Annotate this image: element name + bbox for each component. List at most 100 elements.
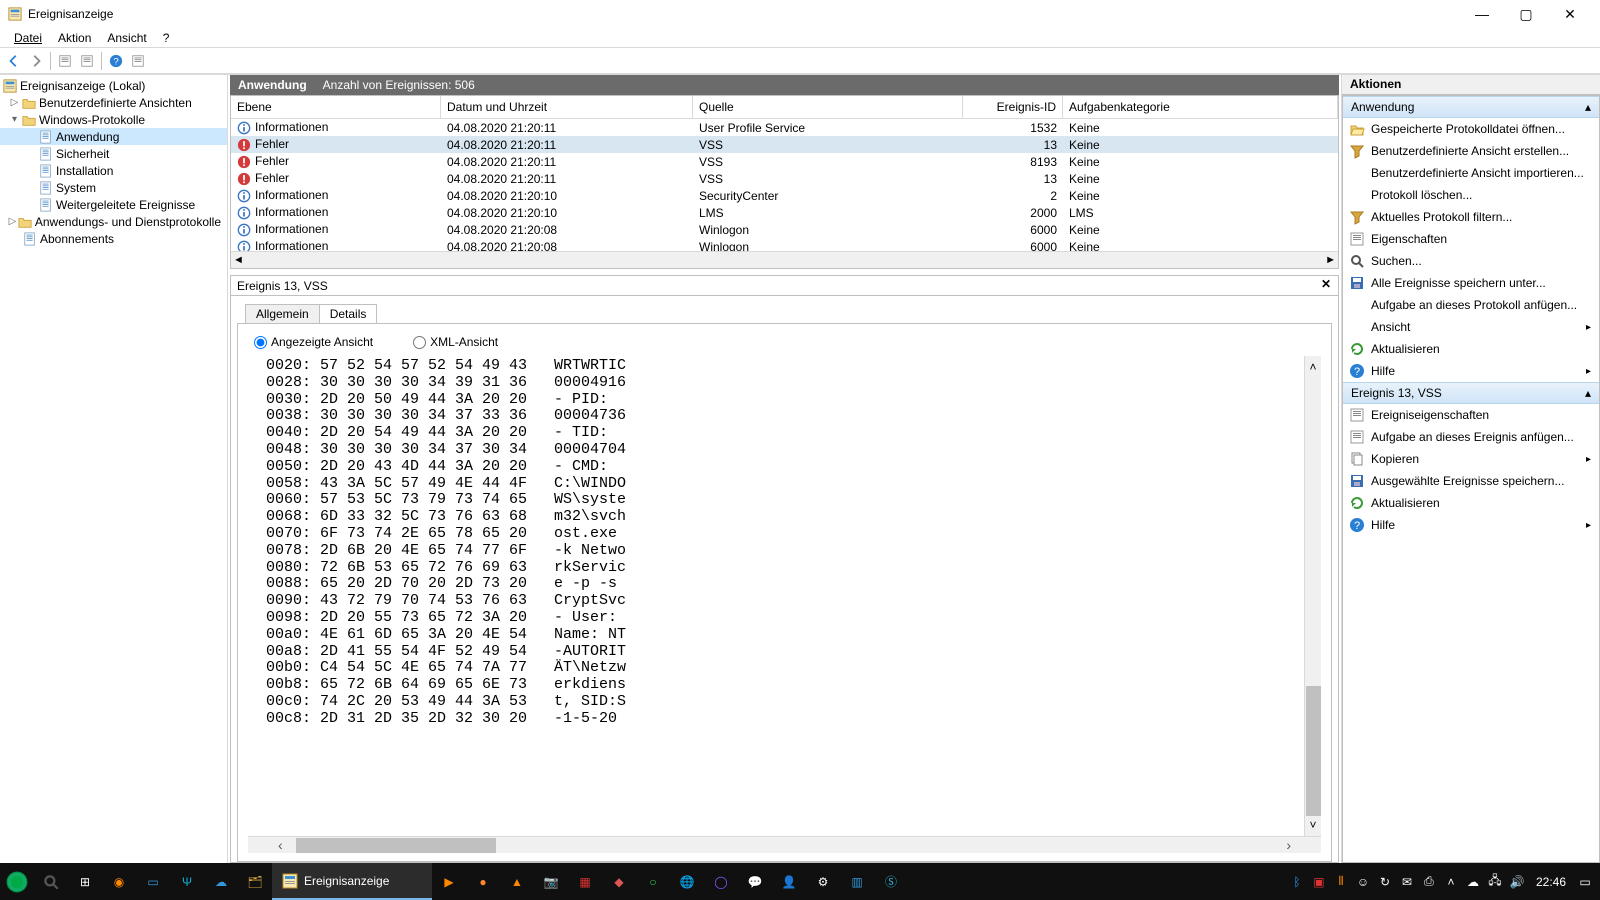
actions-section-event[interactable]: Ereignis 13, VSS▴ <box>1343 382 1599 404</box>
grid-row[interactable]: Fehler04.08.2020 21:20:11VSS13Keine <box>231 136 1338 153</box>
pinned-app[interactable]: 🌐 <box>670 863 704 900</box>
task-view-button[interactable]: ⊞ <box>68 863 102 900</box>
pinned-app[interactable]: 👤 <box>772 863 806 900</box>
detail-close-button[interactable]: ✕ <box>1318 277 1334 293</box>
action-item[interactable]: Ausgewählte Ereignisse speichern... <box>1343 470 1599 492</box>
tree-root[interactable]: Ereignisanzeige (Lokal) <box>0 77 227 94</box>
menu-file[interactable]: Datei <box>6 29 50 47</box>
taskbar-clock[interactable]: 22:46 <box>1528 875 1574 889</box>
tree-system[interactable]: System <box>0 179 227 196</box>
tree-custom-views[interactable]: ▷ Benutzerdefinierte Ansichten <box>0 94 227 111</box>
minimize-button[interactable]: — <box>1460 0 1504 28</box>
pinned-app[interactable]: ⚙ <box>806 863 840 900</box>
grid-row[interactable]: Informationen04.08.2020 21:20:11User Pro… <box>231 119 1338 136</box>
action-item[interactable]: Protokoll löschen... <box>1343 184 1599 206</box>
menu-help[interactable]: ? <box>155 29 178 47</box>
col-category[interactable]: Aufgabenkategorie <box>1063 96 1338 118</box>
action-item[interactable]: Aktualisieren <box>1343 338 1599 360</box>
tray-notifications-icon[interactable]: ▭ <box>1574 863 1596 900</box>
expand-icon[interactable]: ▷ <box>8 96 21 109</box>
toolbar-props[interactable] <box>77 51 97 71</box>
pinned-app[interactable]: 💬 <box>738 863 772 900</box>
pinned-app[interactable]: ◯ <box>704 863 738 900</box>
menu-action[interactable]: Aktion <box>50 29 99 47</box>
tree-application[interactable]: Anwendung <box>0 128 227 145</box>
tray-icon[interactable]: ☺ <box>1352 863 1374 900</box>
grid-row[interactable]: Fehler04.08.2020 21:20:11VSS8193Keine <box>231 153 1338 170</box>
col-date[interactable]: Datum und Uhrzeit <box>441 96 693 118</box>
col-level[interactable]: Ebene <box>231 96 441 118</box>
toolbar-back[interactable] <box>4 51 24 71</box>
tree-windows-logs[interactable]: ▾ Windows-Protokolle <box>0 111 227 128</box>
tree-subscriptions[interactable]: Abonnements <box>0 230 227 247</box>
tree-forwarded[interactable]: Weitergeleitete Ereignisse <box>0 196 227 213</box>
toolbar-show-hide-tree[interactable] <box>55 51 75 71</box>
toolbar-extra[interactable] <box>128 51 148 71</box>
tray-icon[interactable]: ✉ <box>1396 863 1418 900</box>
tab-general[interactable]: Allgemein <box>245 304 320 323</box>
maximize-button[interactable]: ▢ <box>1504 0 1548 28</box>
toolbar-help[interactable] <box>106 51 126 71</box>
action-item[interactable]: Hilfe▸ <box>1343 360 1599 382</box>
action-item[interactable]: Aufgabe an dieses Protokoll anfügen... <box>1343 294 1599 316</box>
tree-setup[interactable]: Installation <box>0 162 227 179</box>
pinned-app[interactable]: Ⓢ <box>874 863 908 900</box>
tree-app-services[interactable]: ▷ Anwendungs- und Dienstprotokolle <box>0 213 227 230</box>
start-button[interactable] <box>0 863 34 900</box>
pinned-app[interactable]: 📷 <box>534 863 568 900</box>
actions-section-app[interactable]: Anwendung▴ <box>1343 96 1599 118</box>
tree-security[interactable]: Sicherheit <box>0 145 227 162</box>
menu-view[interactable]: Ansicht <box>99 29 154 47</box>
tray-icon[interactable]: ᛒ <box>1286 863 1308 900</box>
tray-chevron-up-icon[interactable]: ˄ <box>1440 863 1462 900</box>
grid-body[interactable]: Informationen04.08.2020 21:20:11User Pro… <box>231 119 1338 251</box>
grid-row[interactable]: Informationen04.08.2020 21:20:08Winlogon… <box>231 238 1338 251</box>
pinned-app[interactable]: ● <box>466 863 500 900</box>
collapse-icon[interactable]: ▾ <box>8 113 21 126</box>
expand-icon[interactable]: ▷ <box>8 215 17 228</box>
pinned-app[interactable]: ◆ <box>602 863 636 900</box>
pinned-app[interactable]: ▲ <box>500 863 534 900</box>
col-source[interactable]: Quelle <box>693 96 963 118</box>
radio-friendly[interactable]: Angezeigte Ansicht <box>254 335 373 349</box>
action-item[interactable]: Suchen... <box>1343 250 1599 272</box>
tray-volume-icon[interactable]: 🔊 <box>1506 863 1528 900</box>
pinned-app[interactable]: ▦ <box>568 863 602 900</box>
pinned-app[interactable]: ☁ <box>204 863 238 900</box>
col-eventid[interactable]: Ereignis-ID <box>963 96 1063 118</box>
action-item[interactable]: Ansicht▸ <box>1343 316 1599 338</box>
action-item[interactable]: Gespeicherte Protokolldatei öffnen... <box>1343 118 1599 140</box>
grid-row[interactable]: Informationen04.08.2020 21:20:10LMS2000L… <box>231 204 1338 221</box>
action-item[interactable]: Aktualisieren <box>1343 492 1599 514</box>
tray-icon[interactable]: ⦀ <box>1330 863 1352 900</box>
pinned-app[interactable]: ○ <box>636 863 670 900</box>
action-item[interactable]: Kopieren▸ <box>1343 448 1599 470</box>
action-item[interactable]: Benutzerdefinierte Ansicht erstellen... <box>1343 140 1599 162</box>
close-button[interactable]: ✕ <box>1548 0 1592 28</box>
pinned-app[interactable]: ▭ <box>136 863 170 900</box>
action-item[interactable]: Alle Ereignisse speichern unter... <box>1343 272 1599 294</box>
grid-row[interactable]: Informationen04.08.2020 21:20:08Winlogon… <box>231 221 1338 238</box>
action-item[interactable]: Aufgabe an dieses Ereignis anfügen... <box>1343 426 1599 448</box>
pinned-app[interactable]: Ψ <box>170 863 204 900</box>
hex-vscroll[interactable]: ˄˅ <box>1304 356 1321 836</box>
action-item[interactable]: Hilfe▸ <box>1343 514 1599 536</box>
radio-xml[interactable]: XML-Ansicht <box>413 335 498 349</box>
pinned-app[interactable]: ◉ <box>102 863 136 900</box>
tray-network-icon[interactable]: 🖧 <box>1484 863 1506 900</box>
pinned-app[interactable]: 🗂 <box>238 863 272 900</box>
hex-hscroll[interactable]: ‹ › <box>248 836 1321 853</box>
action-item[interactable]: Aktuelles Protokoll filtern... <box>1343 206 1599 228</box>
pinned-app[interactable]: ▥ <box>840 863 874 900</box>
hscroll-thumb[interactable] <box>296 838 496 853</box>
tray-icon[interactable]: ⎙ <box>1418 863 1440 900</box>
grid-hscroll[interactable]: ◄► <box>231 251 1338 268</box>
action-item[interactable]: Eigenschaften <box>1343 228 1599 250</box>
taskbar-active-app[interactable]: Ereignisanzeige <box>272 863 432 900</box>
tray-onedrive-icon[interactable]: ☁ <box>1462 863 1484 900</box>
pinned-app[interactable]: ▶ <box>432 863 466 900</box>
tray-icon[interactable]: ▣ <box>1308 863 1330 900</box>
toolbar-forward[interactable] <box>26 51 46 71</box>
grid-row[interactable]: Informationen04.08.2020 21:20:10Security… <box>231 187 1338 204</box>
tab-details[interactable]: Details <box>319 304 378 323</box>
